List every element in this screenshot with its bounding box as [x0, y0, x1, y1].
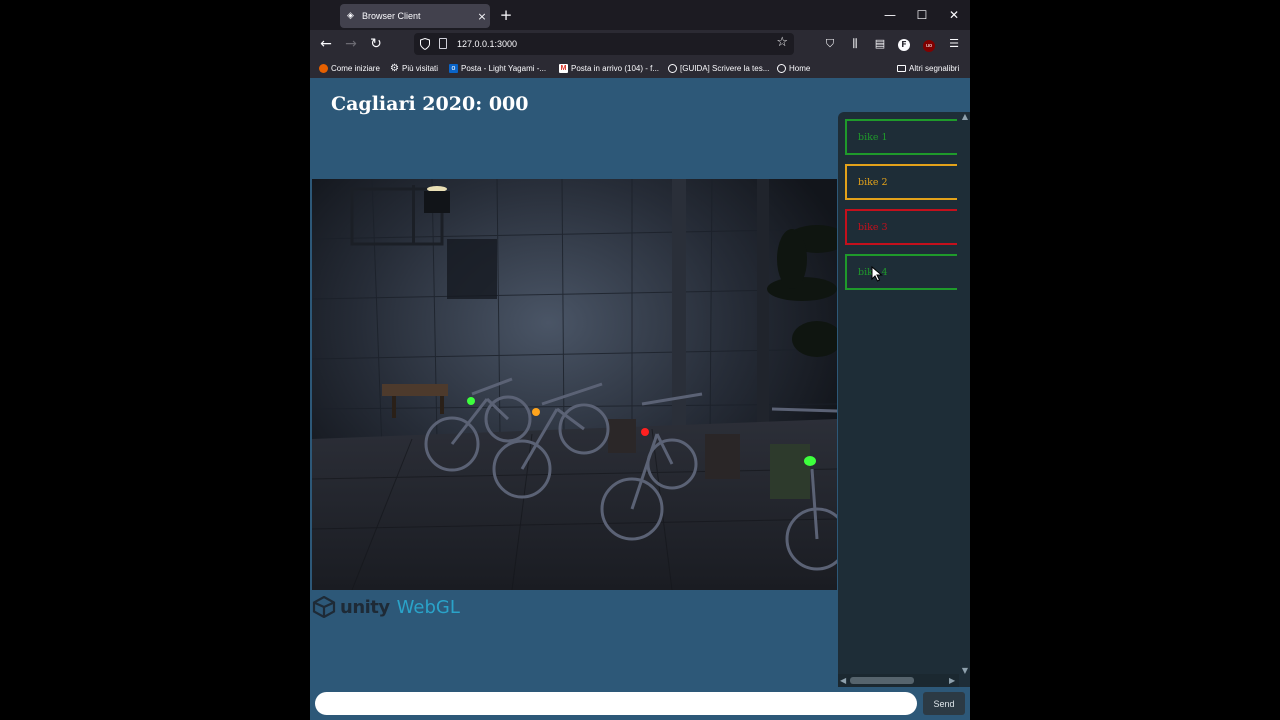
bookmark-label: Posta - Light Yagami -...	[461, 64, 547, 73]
bookmark-star-icon[interactable]: ☆	[776, 35, 788, 50]
bookmark-posta-outlook[interactable]: o Posta - Light Yagami -...	[449, 62, 546, 75]
library-icon[interactable]: ⫼	[847, 36, 863, 52]
send-button[interactable]: Send	[923, 692, 965, 715]
bookmark-label: [GUIDA] Scrivere la tes...	[680, 64, 770, 73]
bookmark-label: Home	[789, 64, 811, 73]
scroll-left-icon[interactable]: ◀	[840, 674, 846, 687]
unity-logo-icon	[312, 596, 336, 618]
bookmark-altri-segnalibri[interactable]: Altri segnalibri	[897, 62, 959, 75]
page-title: Cagliari 2020: 000	[331, 93, 529, 115]
page-icon	[439, 38, 447, 49]
bookmarks-bar: Come iniziare ⚙ Più visitati o Posta - L…	[310, 58, 970, 79]
gear-icon: ⚙	[390, 63, 399, 74]
firefox-account-icon[interactable]: F	[896, 36, 912, 52]
page-content: Cagliari 2020: 000 unity WebGL bike 1 bi…	[310, 78, 970, 720]
shield-icon[interactable]	[420, 38, 430, 50]
bike-sidebar[interactable]: bike 1 bike 2 bike 3 bike 4 ▲ ▼ ◀ ▶	[838, 112, 970, 687]
tab-strip: ◈ Browser Client × + — ☐ ✕	[310, 0, 970, 30]
bookmark-label: Posta in arrivo (104) - f...	[571, 64, 660, 73]
scroll-right-icon[interactable]: ▶	[949, 674, 955, 687]
menu-icon[interactable]: ☰	[946, 36, 962, 52]
bookmark-label: Come iniziare	[331, 64, 380, 73]
bike-rack-scene	[312, 179, 837, 590]
bookmark-piu-visitati[interactable]: ⚙ Più visitati	[390, 62, 438, 75]
unity-wordmark: unity	[340, 596, 390, 618]
bookmark-label: Altri segnalibri	[909, 64, 960, 73]
new-tab-button[interactable]: +	[498, 6, 514, 24]
back-button[interactable]: ←	[316, 35, 336, 53]
bookmark-label: Più visitati	[402, 64, 439, 73]
minimize-button[interactable]: —	[877, 6, 903, 24]
tab-close-icon[interactable]: ×	[474, 10, 490, 23]
scroll-down-icon[interactable]: ▼	[962, 666, 968, 675]
bike-card-2[interactable]: bike 2	[845, 164, 957, 200]
pocket-icon[interactable]: ⛉	[822, 36, 838, 52]
bike-card-3[interactable]: bike 3	[845, 209, 957, 245]
browser-window: ◈ Browser Client × + — ☐ ✕ ← → ↻ 127.0.0…	[310, 0, 970, 720]
bookmark-posta-gmail[interactable]: M Posta in arrivo (104) - f...	[559, 62, 659, 75]
bookmark-home[interactable]: Home	[777, 62, 810, 75]
horizontal-scroll-thumb[interactable]	[850, 677, 914, 684]
scroll-up-icon[interactable]: ▲	[962, 112, 968, 121]
close-window-button[interactable]: ✕	[941, 6, 967, 24]
webgl-wordmark: WebGL	[396, 596, 460, 618]
tab-browser-client[interactable]: ◈ Browser Client ×	[340, 4, 490, 28]
globe-icon	[668, 64, 677, 73]
globe-icon	[777, 64, 786, 73]
folder-icon	[897, 65, 906, 72]
reload-button[interactable]: ↻	[366, 35, 386, 53]
unity-webgl-logo: unity WebGL	[312, 596, 460, 618]
url-text[interactable]: 127.0.0.1:3000	[457, 33, 517, 55]
unity-webgl-canvas[interactable]	[312, 179, 837, 590]
bookmark-guida[interactable]: [GUIDA] Scrivere la tes...	[668, 62, 769, 75]
outlook-icon: o	[449, 64, 458, 73]
mouse-cursor-icon	[871, 266, 883, 282]
gmail-icon: M	[559, 64, 568, 73]
address-bar[interactable]: 127.0.0.1:3000 ☆	[414, 33, 794, 55]
unity-tab-icon: ◈	[347, 10, 354, 21]
bookmark-come-iniziare[interactable]: Come iniziare	[319, 62, 380, 75]
bike-card-4[interactable]: bike 4	[845, 254, 957, 290]
forward-button[interactable]: →	[341, 35, 361, 53]
tab-title: Browser Client	[362, 11, 421, 21]
bike-card-1[interactable]: bike 1	[845, 119, 957, 155]
sidebar-icon[interactable]: ▤	[872, 36, 888, 52]
navigation-bar: ← → ↻ 127.0.0.1:3000 ☆ ⛉ ⫼ ▤ F uo ☰	[310, 30, 970, 58]
ublock-icon[interactable]: uo	[921, 36, 937, 52]
horizontal-scrollbar[interactable]: ◀ ▶	[838, 674, 959, 687]
vertical-scrollbar[interactable]: ▲ ▼	[959, 112, 970, 687]
message-input[interactable]	[315, 692, 917, 715]
maximize-button[interactable]: ☐	[909, 6, 935, 24]
firefox-icon	[319, 64, 328, 73]
